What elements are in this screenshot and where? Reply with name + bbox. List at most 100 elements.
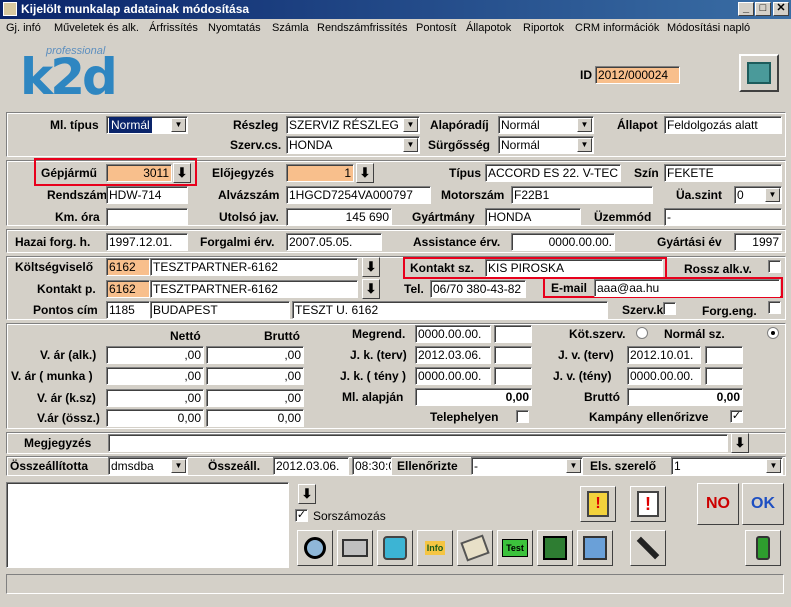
surgosseg-select[interactable]: Normál ▼ [498, 136, 594, 154]
notes-textarea[interactable] [6, 482, 289, 568]
kontaktp-id-field[interactable]: 6162 [106, 280, 150, 298]
alaporadij-select[interactable]: Normál ▼ [498, 116, 594, 134]
jk-terv-time-field[interactable] [494, 346, 532, 364]
menu-arfrissites[interactable]: Árfrissítés [149, 22, 198, 34]
magnifier-doc-button[interactable] [297, 530, 333, 566]
elsszerelo-select[interactable]: 1 ▼ [671, 457, 783, 475]
hazai-field[interactable]: 1997.12.01. [106, 233, 188, 251]
price-brutto-field[interactable]: ,00 [206, 367, 304, 385]
uzemmod-field[interactable]: - [664, 208, 782, 226]
kampany-checkbox[interactable]: ✓ [730, 410, 743, 423]
cim-city-field[interactable]: BUDAPEST [150, 301, 290, 319]
megjegyzes-down-arrow-icon[interactable]: ⬇ [731, 433, 749, 453]
reszleg-select[interactable]: SZERVIZ RÉSZLEG ▼ [286, 116, 420, 134]
forgeng-checkbox[interactable] [768, 301, 781, 314]
szervcs-select[interactable]: HONDA ▼ [286, 136, 420, 154]
kotszerv-radio[interactable] [636, 327, 648, 339]
tipus-field[interactable]: ACCORD ES 22. V-TEC [485, 164, 621, 182]
jv-teny-field[interactable]: 0000.00.00. [627, 367, 701, 385]
price-netto-field[interactable]: ,00 [106, 389, 204, 407]
jv-terv-time-field[interactable] [705, 346, 743, 364]
ellenorizte-value: - [474, 459, 478, 473]
gepjarmu-down-arrow-icon[interactable]: ⬇ [173, 163, 191, 183]
cim-street-field[interactable]: TESZT U. 6162 [292, 301, 608, 319]
ellenorizte-select[interactable]: - ▼ [471, 457, 583, 475]
uaszint-select[interactable]: 0 ▼ [734, 186, 782, 204]
price-brutto-field[interactable]: ,00 [206, 346, 304, 364]
sorszam-checkbox[interactable]: ✓ [295, 509, 308, 522]
motorszam-field[interactable]: F22B1 [511, 186, 653, 204]
szervk-checkbox[interactable] [663, 302, 676, 315]
utolsojav-field[interactable]: 145 690 [286, 208, 392, 226]
osszeall-select[interactable]: dmsdba ▼ [108, 457, 188, 475]
worker-button[interactable] [377, 530, 413, 566]
kontaktp-name-field[interactable]: TESZTPARTNER-6162 [150, 280, 358, 298]
tools-button[interactable] [457, 530, 493, 566]
tel-field[interactable]: 06/70 380-43-82 [430, 280, 526, 298]
spray-button[interactable] [745, 530, 781, 566]
ml-tipus-select[interactable]: Normál ▼ [106, 116, 188, 134]
menu-gj-info[interactable]: Gj. infó [6, 22, 41, 34]
menu-rendszamfrissites[interactable]: Rendszámfrissítés [317, 22, 407, 34]
menu-muveletek[interactable]: Műveletek és alk. [54, 22, 139, 34]
schedule-button[interactable] [577, 530, 613, 566]
menu-szamla[interactable]: Számla [272, 22, 309, 34]
kmora-field[interactable] [106, 208, 188, 226]
calculator-button[interactable] [537, 530, 573, 566]
close-button[interactable]: ✕ [773, 2, 789, 16]
price-netto-field[interactable]: ,00 [106, 367, 204, 385]
jv-teny-time-field[interactable] [705, 367, 743, 385]
megrend-time-field[interactable] [494, 325, 532, 343]
gepjarmu-field[interactable]: 3011 [106, 164, 172, 182]
jk-teny-field[interactable]: 0000.00.00. [415, 367, 491, 385]
jv-terv-field[interactable]: 2012.10.01. [627, 346, 701, 364]
menu-pontosit[interactable]: Pontosít [416, 22, 456, 34]
koltseg-id-field[interactable]: 6162 [106, 258, 150, 276]
minimize-button[interactable]: _ [738, 2, 754, 16]
kontaktsz-field[interactable]: KIS PIROSKA [485, 259, 663, 277]
ok-button[interactable]: OK [742, 483, 784, 525]
alert-doc-button[interactable]: ! [630, 486, 666, 522]
megjegyzes-field[interactable] [108, 434, 728, 452]
rendszam-field[interactable]: HDW-714 [106, 186, 188, 204]
cim-zip-field[interactable]: 1185 [106, 301, 150, 319]
koltseg-down-arrow-icon[interactable]: ⬇ [362, 257, 380, 277]
kontaktp-down-arrow-icon[interactable]: ⬇ [362, 279, 380, 299]
menu-modositasi-naplo[interactable]: Módosítási napló [667, 22, 750, 34]
telephelyen-label: Telephelyen [430, 410, 499, 424]
elojegyzes-down-arrow-icon[interactable]: ⬇ [356, 163, 374, 183]
rosszalk-checkbox[interactable] [768, 260, 781, 273]
menu-allapotok[interactable]: Állapotok [466, 22, 511, 34]
koltseg-name-field[interactable]: TESZTPARTNER-6162 [150, 258, 358, 276]
menu-crm[interactable]: CRM információk [575, 22, 659, 34]
test-button[interactable]: Test [497, 530, 533, 566]
alvazszam-field[interactable]: 1HGCD7254VA000797 [286, 186, 431, 204]
pen-button[interactable] [630, 530, 666, 566]
telephelyen-checkbox[interactable] [516, 410, 529, 423]
osszeall-date-field[interactable]: 2012.03.06. [273, 457, 349, 475]
forgalmi-field[interactable]: 2007.05.05. [286, 233, 382, 251]
assistance-field[interactable]: 0000.00.00. [511, 233, 615, 251]
notes-down-arrow-icon[interactable]: ⬇ [298, 484, 316, 504]
menu-riportok[interactable]: Riportok [523, 22, 564, 34]
email-field[interactable]: aaa@aa.hu [594, 279, 780, 297]
gyartmany-field[interactable]: HONDA [485, 208, 581, 226]
print-button[interactable] [337, 530, 373, 566]
info-button[interactable]: Info [417, 530, 453, 566]
jk-teny-time-field[interactable] [494, 367, 532, 385]
warning-doc-button[interactable]: ! [580, 486, 616, 522]
gyartasi-field[interactable]: 1997 [734, 233, 782, 251]
jk-terv-field[interactable]: 2012.03.06. [415, 346, 491, 364]
maximize-button[interactable]: □ [755, 2, 771, 16]
brutto-total-field: 0,00 [627, 388, 743, 406]
edit-button[interactable] [739, 54, 779, 92]
szin-field[interactable]: FEKETE [664, 164, 782, 182]
normalsz-radio[interactable] [767, 327, 779, 339]
osszeall-time-field[interactable]: 08:30:0 [352, 457, 392, 475]
elojegyzes-field[interactable]: 1 [286, 164, 354, 182]
price-brutto-field[interactable]: ,00 [206, 389, 304, 407]
no-button[interactable]: NO [697, 483, 739, 525]
price-netto-field[interactable]: ,00 [106, 346, 204, 364]
menu-nyomtatas[interactable]: Nyomtatás [208, 22, 261, 34]
megrend-field[interactable]: 0000.00.00. [415, 325, 491, 343]
